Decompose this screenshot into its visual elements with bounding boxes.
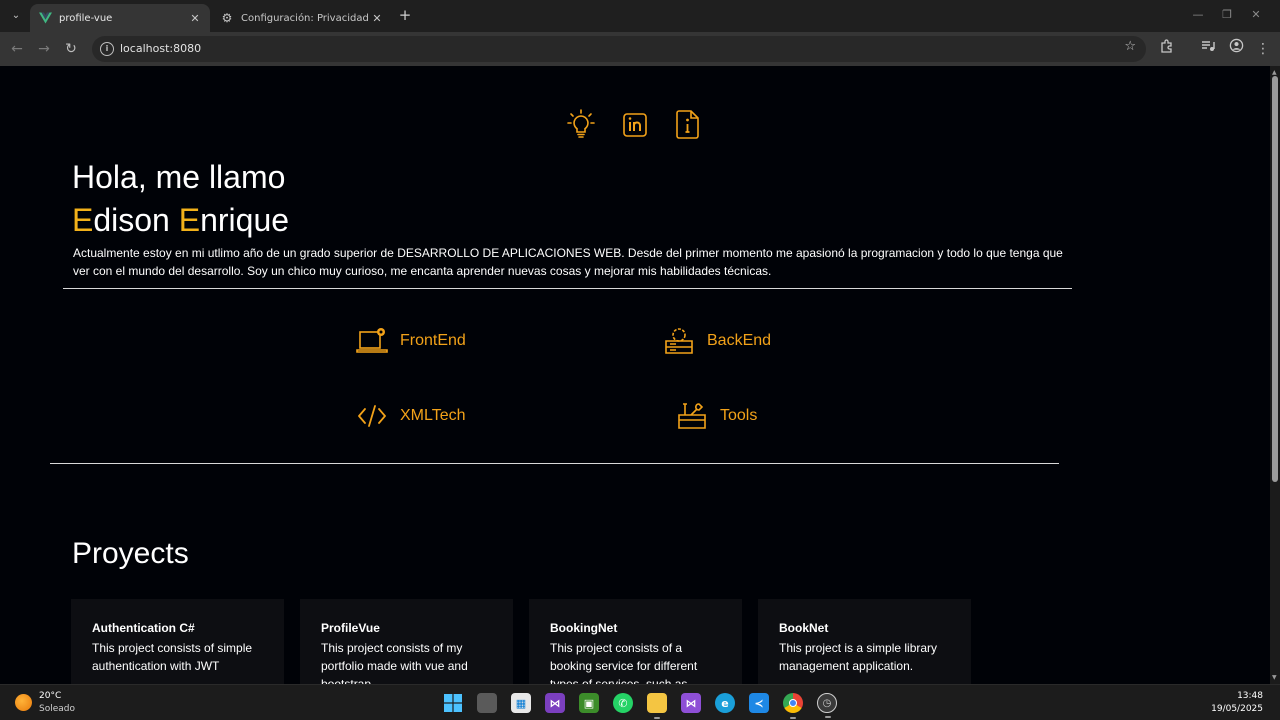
menu-icon[interactable]: ⋮ <box>1252 38 1274 60</box>
close-icon[interactable]: ✕ <box>1242 6 1270 24</box>
tab-settings[interactable]: ⚙ Configuración: Privacidad y seguridad … <box>212 4 392 32</box>
projects-heading: Proyects <box>72 537 189 570</box>
site-info-icon[interactable]: i <box>100 42 114 56</box>
media-icon[interactable] <box>1197 38 1219 60</box>
chrome-icon[interactable] <box>783 693 803 719</box>
project-title: ProfileVue <box>321 621 380 635</box>
lightbulb-icon[interactable] <box>566 108 596 140</box>
windows-taskbar: 20°C Soleado ▦ ⋈ ▣ ✆ ⋈ e ≺ ◷ 13:48 19/05… <box>0 684 1280 720</box>
browser-toolbar: ← → ↻ i localhost:8080 ☆ ⋮ <box>0 32 1280 66</box>
windows-start-icon[interactable] <box>443 693 463 713</box>
visual-studio-icon[interactable]: ⋈ <box>681 693 701 713</box>
code-brackets-icon <box>356 401 388 431</box>
taskbar-date[interactable]: 19/05/2025 <box>1211 704 1263 714</box>
section-divider <box>63 288 1072 289</box>
vue-logo-icon <box>38 11 52 25</box>
store-icon[interactable]: ▦ <box>511 693 531 713</box>
project-card[interactable]: BookingNet This project consists of a bo… <box>529 599 742 684</box>
project-description: This project consists of a booking servi… <box>550 641 698 684</box>
page-scrollbar[interactable]: ▲ ▼ <box>1270 66 1280 684</box>
address-url[interactable]: localhost:8080 <box>120 42 201 55</box>
server-gear-icon <box>663 326 695 356</box>
tab-close-icon[interactable]: ✕ <box>370 12 384 25</box>
skill-label: FrontEnd <box>400 332 466 349</box>
browser-tab-bar: ⌄ profile-vue ✕ ⚙ Configuración: Privaci… <box>0 0 1280 32</box>
bookmark-star-icon[interactable]: ☆ <box>1124 39 1136 54</box>
project-description: This project consists of simple authenti… <box>92 641 253 673</box>
project-card[interactable]: ProfileVue This project consists of my p… <box>300 599 513 684</box>
tab-close-icon[interactable]: ✕ <box>188 12 202 25</box>
project-title: BookNet <box>779 621 829 635</box>
skill-tools[interactable]: Tools <box>676 401 757 431</box>
profile-icon[interactable] <box>1225 38 1247 60</box>
scrollbar-thumb[interactable] <box>1272 76 1278 482</box>
reload-icon[interactable]: ↻ <box>60 38 82 60</box>
weather-temperature[interactable]: 20°C <box>39 691 61 701</box>
toolbox-icon <box>676 401 708 431</box>
page-viewport: Hola, me llamo Edison Enrique Actualment… <box>0 66 1280 684</box>
vscode-icon[interactable]: ≺ <box>749 693 769 713</box>
greeting-heading: Hola, me llamo <box>72 159 286 195</box>
skill-frontend[interactable]: FrontEnd <box>356 326 466 356</box>
scroll-down-icon[interactable]: ▼ <box>1272 674 1277 681</box>
edge-icon[interactable]: e <box>715 693 735 713</box>
skill-label: Tools <box>720 407 758 424</box>
restore-icon[interactable]: ❐ <box>1213 6 1241 24</box>
section-divider <box>50 463 1059 464</box>
whatsapp-icon[interactable]: ✆ <box>613 693 633 713</box>
forward-arrow-icon[interactable]: → <box>33 38 55 60</box>
settings-gear-icon: ⚙ <box>221 11 233 25</box>
weather-description[interactable]: Soleado <box>39 704 75 714</box>
project-title: BookingNet <box>550 621 618 635</box>
linkedin-icon[interactable] <box>620 108 650 140</box>
address-bar[interactable]: i localhost:8080 ☆ <box>92 36 1146 62</box>
skill-label: BackEnd <box>707 332 772 349</box>
sun-weather-icon[interactable] <box>15 694 32 711</box>
project-description: This project is a simple library managem… <box>779 641 938 673</box>
project-card[interactable]: BookNet This project is a simple library… <box>758 599 971 684</box>
name-heading: Edison Enrique <box>72 202 289 239</box>
tab-title: profile-vue <box>59 12 113 24</box>
skill-backend[interactable]: BackEnd <box>663 326 771 356</box>
file-explorer-icon[interactable] <box>647 693 667 719</box>
name-text: nrique <box>200 202 290 238</box>
project-card[interactable]: Authentication C# This project consists … <box>71 599 284 684</box>
taskbar-time[interactable]: 13:48 <box>1237 691 1263 701</box>
clock-app-icon[interactable]: ◷ <box>817 693 837 718</box>
bio-paragraph: Actualmente estoy en mi utlimo año de un… <box>73 246 1063 278</box>
info-document-icon[interactable] <box>673 108 703 140</box>
file-manager-icon[interactable] <box>477 693 497 713</box>
project-title: Authentication C# <box>92 621 195 635</box>
skill-label: XMLTech <box>400 407 466 424</box>
name-text: dison <box>93 202 179 238</box>
tab-title: Configuración: Privacidad y seguridad <box>241 12 370 24</box>
laptop-gear-icon <box>356 326 388 356</box>
scroll-up-icon[interactable]: ▲ <box>1272 69 1277 76</box>
visual-studio-icon[interactable]: ⋈ <box>545 693 565 713</box>
project-description: This project consists of my portfolio ma… <box>321 641 468 684</box>
name-initial: E <box>72 202 94 238</box>
plus-icon[interactable]: + <box>396 6 414 24</box>
skill-xmltech[interactable]: XMLTech <box>356 401 466 431</box>
minecraft-icon[interactable]: ▣ <box>579 693 599 713</box>
name-initial: E <box>178 202 201 238</box>
tab-search-chevron-icon[interactable]: ⌄ <box>6 7 26 25</box>
tab-profile-vue[interactable]: profile-vue ✕ <box>30 4 210 32</box>
minimize-icon[interactable]: — <box>1184 6 1212 24</box>
extensions-icon[interactable] <box>1156 38 1178 60</box>
back-arrow-icon[interactable]: ← <box>6 38 28 60</box>
